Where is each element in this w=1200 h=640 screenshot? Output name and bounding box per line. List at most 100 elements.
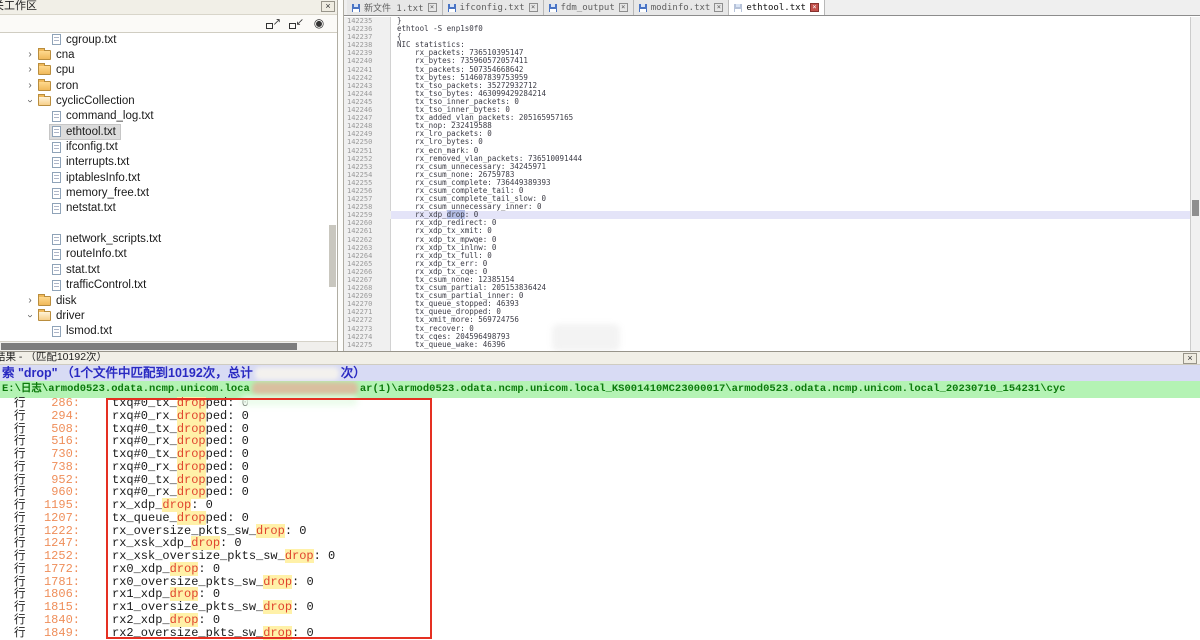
result-row[interactable]: 行730:txq#0_tx_dropped: 0 — [0, 448, 1200, 461]
tab-label: ethtool.txt — [746, 3, 806, 13]
tree-item-memory-free-txt[interactable]: memory_free.txt — [0, 185, 328, 200]
result-text: rx2_oversize_pkts_sw_drop: 0 — [80, 627, 314, 640]
line-number: 142247 — [344, 114, 390, 122]
line-number: 142241 — [344, 66, 390, 74]
result-row[interactable]: 行1815:rx1_oversize_pkts_sw_drop: 0 — [0, 601, 1200, 614]
tree-item-routeinfo-txt[interactable]: routeInfo.txt — [0, 247, 328, 262]
result-row[interactable]: 行1252:rx_xsk_oversize_pkts_sw_drop: 0 — [0, 550, 1200, 563]
result-row[interactable]: 行738:rxq#0_rx_dropped: 0 — [0, 461, 1200, 474]
result-row[interactable]: 行1772:rx0_xdp_drop: 0 — [0, 563, 1200, 576]
line-number: 142265 — [344, 260, 390, 268]
result-row[interactable]: 行1195:rx_xdp_drop: 0 — [0, 499, 1200, 512]
tree-item-box: cna — [36, 48, 79, 62]
result-text: rx1_oversize_pkts_sw_drop: 0 — [80, 601, 314, 614]
tree-item-label: interrupts.txt — [66, 156, 129, 168]
close-icon[interactable] — [1183, 353, 1197, 364]
search-results-panel: 结果 - （匹配10192次） 索 "drop" （1个文件中匹配到10192次… — [0, 351, 1200, 640]
tree-item-lsmod-txt[interactable]: lsmod.txt — [0, 324, 328, 339]
workspace-tree: cgroup.txtcnacpucroncyclicCollectioncomm… — [0, 32, 328, 341]
chevron-icon[interactable] — [24, 65, 36, 75]
close-icon[interactable] — [619, 3, 628, 12]
tree-item-interrupts-txt[interactable]: interrupts.txt — [0, 155, 328, 170]
result-row[interactable]: 行294:rxq#0_rx_dropped: 0 — [0, 410, 1200, 423]
tree-item-box: trafficControl.txt — [50, 278, 150, 292]
result-row[interactable]: 行1840:rx2_xdp_drop: 0 — [0, 614, 1200, 627]
tree-item-box: memory_free.txt — [50, 186, 153, 200]
close-icon[interactable] — [321, 1, 335, 12]
row-label: 行 — [0, 550, 40, 563]
file-icon — [52, 188, 61, 199]
tree-item-cpu[interactable]: cpu — [0, 63, 328, 78]
tree-item-disk[interactable]: disk — [0, 293, 328, 308]
tree-item-label: trafficControl.txt — [66, 279, 146, 291]
tree-item-box: cgroup.txt — [50, 33, 121, 47]
chevron-icon[interactable] — [24, 96, 36, 106]
line-number: 142257 — [344, 195, 390, 203]
censor-blur — [255, 367, 339, 380]
result-line-number: 1207: — [40, 512, 80, 525]
close-icon[interactable] — [810, 3, 819, 12]
tree-item-ethtool-txt[interactable]: ethtool.txt — [0, 124, 328, 139]
editor-vertical-scrollbar[interactable] — [1190, 17, 1200, 351]
line-number: 142239 — [344, 49, 390, 57]
editor-tab[interactable]: 新文件 1.txt — [347, 0, 443, 15]
collapse-icon[interactable] — [288, 17, 304, 30]
chevron-icon[interactable] — [24, 296, 36, 306]
editor-tab[interactable]: ethtool.txt — [729, 0, 825, 15]
tree-item-iptablesinfo-txt[interactable]: iptablesInfo.txt — [0, 170, 328, 185]
tree-vertical-scrollbar[interactable] — [329, 225, 336, 287]
tree-item-cna[interactable]: cna — [0, 47, 328, 62]
editor-tab[interactable]: ifconfig.txt — [443, 0, 544, 15]
tree-item-trafficcontrol-txt[interactable]: trafficControl.txt — [0, 278, 328, 293]
file-path-pre: E:\日志\armod0523.odata.ncmp.unicom.loca — [2, 383, 250, 395]
tab-label: fdm_output — [561, 3, 615, 13]
editor-body[interactable]: 142235}142236ethtool -S enp1s0f0142237{1… — [344, 17, 1190, 351]
result-line-number: 294: — [40, 410, 80, 423]
tree-item-cgroup-txt[interactable]: cgroup.txt — [0, 32, 328, 47]
row-label: 行 — [0, 435, 40, 448]
editor-line: 142236ethtool -S enp1s0f0 — [344, 25, 1190, 33]
tree-item-netstat-txt[interactable]: netstat.txt — [0, 201, 328, 216]
row-label: 行 — [0, 486, 40, 499]
expand-icon[interactable] — [265, 17, 281, 30]
chevron-icon[interactable] — [24, 81, 36, 91]
match-highlight: drop — [256, 524, 285, 538]
result-file-path-row[interactable]: E:\日志\armod0523.odata.ncmp.unicom.locaar… — [0, 381, 1200, 398]
editor-tab[interactable]: fdm_output — [544, 0, 634, 15]
row-label: 行 — [0, 410, 40, 423]
close-icon[interactable] — [714, 3, 723, 12]
line-number: 142273 — [344, 325, 390, 333]
tree-item-cron[interactable]: cron — [0, 78, 328, 93]
scrollbar-thumb[interactable] — [1192, 200, 1199, 216]
result-row[interactable]: 行1849:rx2_oversize_pkts_sw_drop: 0 — [0, 627, 1200, 640]
tree-item-label: network_scripts.txt — [66, 233, 161, 245]
locate-icon[interactable] — [311, 17, 327, 30]
results-titlebar: 结果 - （匹配10192次） — [0, 352, 1200, 365]
line-number: 142248 — [344, 122, 390, 130]
line-number: 142235 — [344, 17, 390, 25]
tree-item-box: ethtool.txt — [50, 125, 120, 139]
tree-horizontal-scrollbar[interactable] — [0, 341, 337, 351]
editor-tab[interactable]: modinfo.txt — [634, 0, 730, 15]
result-rows: 行286:txq#0_tx_dropped: 0行294:rxq#0_rx_dr… — [0, 397, 1200, 640]
match-highlight: drop — [177, 447, 206, 461]
tree-item-ifconfig-txt[interactable]: ifconfig.txt — [0, 139, 328, 154]
result-text: rxq#0_rx_dropped: 0 — [80, 410, 249, 423]
tree-item-cycliccollection[interactable]: cyclicCollection — [0, 93, 328, 108]
row-label: 行 — [0, 474, 40, 487]
file-icon — [52, 234, 61, 245]
tree-item-driver[interactable]: driver — [0, 308, 328, 323]
close-icon[interactable] — [529, 3, 538, 12]
save-icon — [549, 4, 557, 12]
search-summary-row[interactable]: 索 "drop" （1个文件中匹配到10192次，总计次） — [0, 365, 1200, 381]
tree-item-command-log-txt[interactable]: command_log.txt — [0, 109, 328, 124]
tree-item-network-scripts-txt[interactable]: network_scripts.txt — [0, 231, 328, 246]
scrollbar-thumb[interactable] — [1, 343, 297, 350]
chevron-icon[interactable] — [24, 50, 36, 60]
line-number: 142266 — [344, 268, 390, 276]
result-row[interactable]: 行1207:tx_queue_dropped: 0 — [0, 512, 1200, 525]
tree-item-stat-txt[interactable]: stat.txt — [0, 262, 328, 277]
result-row[interactable]: 行286:txq#0_tx_dropped: 0 — [0, 397, 1200, 410]
chevron-icon[interactable] — [24, 311, 36, 321]
close-icon[interactable] — [428, 3, 437, 12]
